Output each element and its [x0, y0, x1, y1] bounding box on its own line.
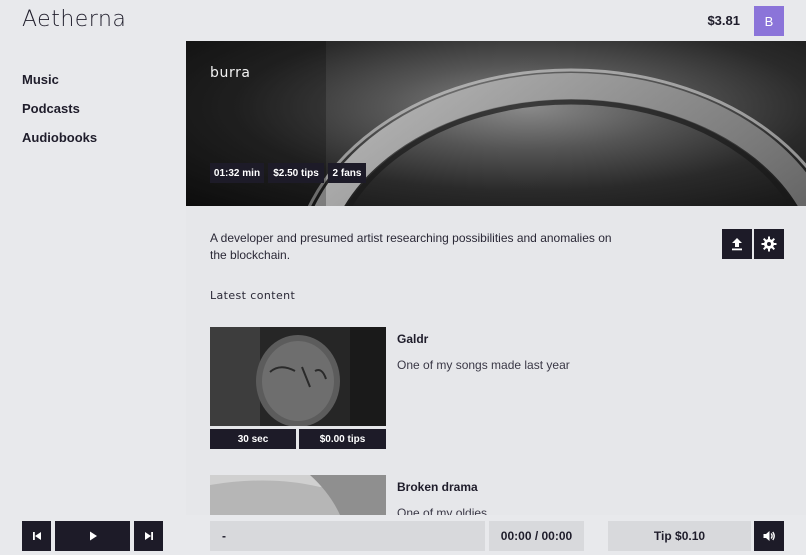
upload-icon [732, 238, 742, 251]
settings-button[interactable] [754, 229, 784, 259]
thumbnail-artwork [210, 475, 386, 515]
previous-button[interactable] [22, 521, 51, 551]
stat-tips: $2.50 tips [268, 163, 324, 183]
artist-banner: burra 01:32 min $2.50 tips 2 fans [186, 41, 806, 206]
playback-time: 00:00 / 00:00 [489, 521, 584, 551]
next-button[interactable] [134, 521, 163, 551]
sidebar: Music Podcasts Audiobooks [0, 41, 186, 515]
artist-bio: A developer and presumed artist research… [210, 231, 612, 262]
upload-button[interactable] [722, 229, 752, 259]
item-title[interactable]: Broken drama [397, 480, 478, 494]
thumbnail-artwork [210, 327, 386, 426]
item-description: One of my oldies [397, 506, 488, 515]
item-duration: 30 sec [210, 429, 296, 449]
app-logo[interactable]: Aetherna [22, 7, 126, 32]
sidebar-item-podcasts[interactable]: Podcasts [22, 101, 80, 116]
volume-button[interactable] [754, 521, 784, 551]
artist-name: burra [210, 65, 251, 81]
stat-duration: 01:32 min [210, 163, 264, 183]
section-title: Latest content [210, 289, 296, 302]
volume-icon [763, 531, 775, 541]
stat-fans: 2 fans [328, 163, 366, 183]
tip-button[interactable]: Tip $0.10 [608, 521, 751, 551]
content-thumbnail[interactable] [210, 327, 386, 426]
artist-page: burra 01:32 min $2.50 tips 2 fans A deve… [186, 41, 806, 515]
item-tips: $0.00 tips [299, 429, 386, 449]
wallet-balance: $3.81 [707, 13, 740, 28]
skip-previous-icon [32, 532, 41, 540]
play-icon [89, 531, 97, 541]
sidebar-item-audiobooks[interactable]: Audiobooks [22, 130, 97, 145]
item-description: One of my songs made last year [397, 358, 570, 372]
top-bar: Aetherna $3.81 B [0, 0, 806, 41]
sidebar-item-music[interactable]: Music [22, 72, 59, 87]
content-thumbnail[interactable] [210, 475, 386, 515]
settings-gear-icon [761, 236, 777, 252]
player-bar: - 00:00 / 00:00 Tip $0.10 [0, 515, 806, 555]
item-title[interactable]: Galdr [397, 332, 428, 346]
skip-next-icon [144, 532, 153, 540]
play-button[interactable] [55, 521, 130, 551]
now-playing-field: - [210, 521, 485, 551]
user-avatar[interactable]: B [754, 6, 784, 36]
